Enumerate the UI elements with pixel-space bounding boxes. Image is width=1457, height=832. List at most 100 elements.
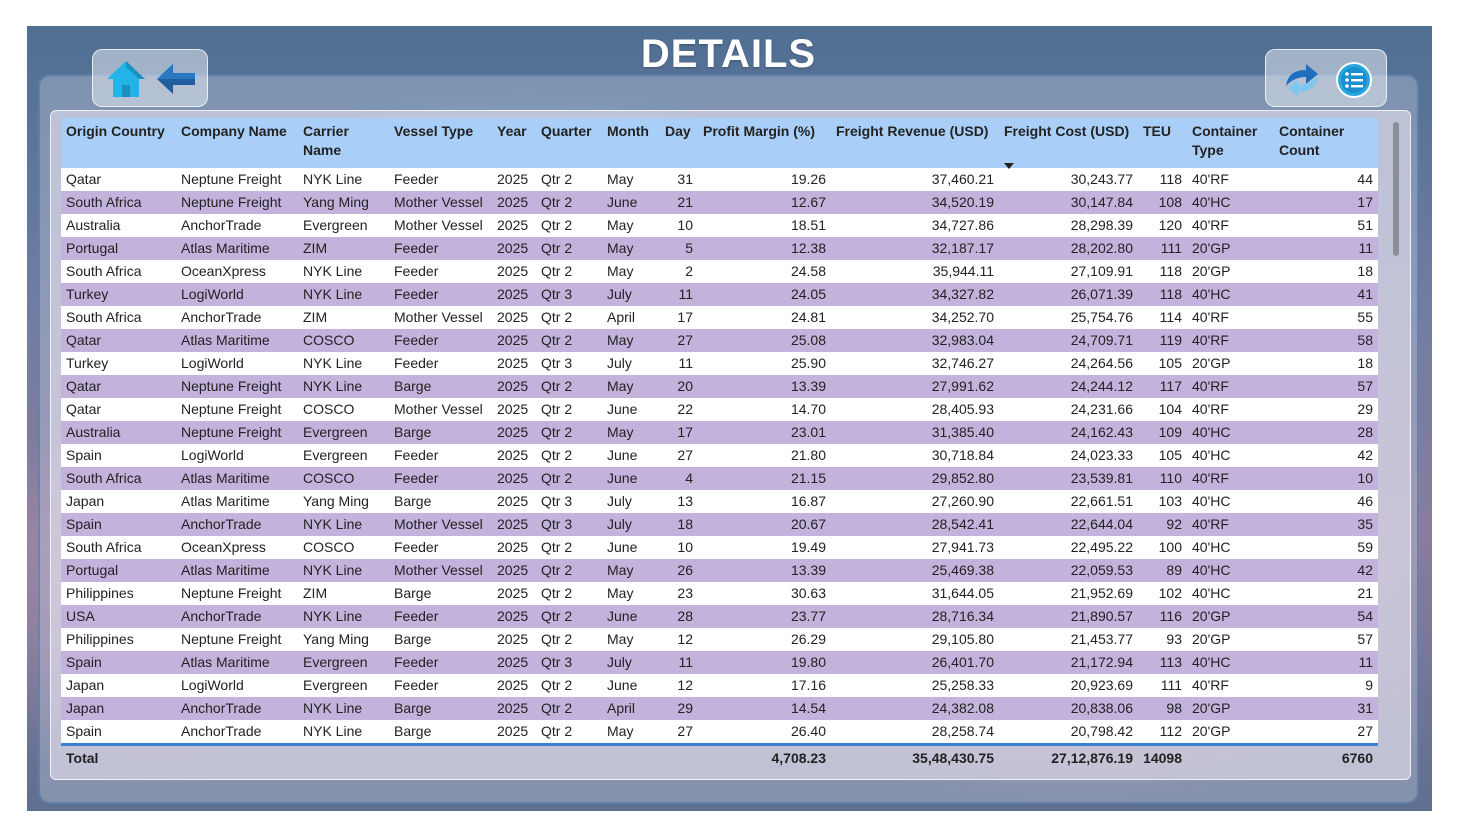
table-cell: Yang Ming — [298, 191, 389, 214]
column-header-origin-country[interactable]: Origin Country — [61, 118, 176, 168]
table-row[interactable]: USA AnchorTrade NYK Line Feeder 2025 Qtr 2 Jun… — [61, 605, 1378, 628]
table-row[interactable]: South Africa OceanXpress COSCO Feeder 2025 Qt… — [61, 536, 1378, 559]
table-cell: 104 — [1138, 398, 1187, 421]
table-cell: 31,644.05 — [831, 582, 999, 605]
column-header-carrier-name[interactable]: Carrier Name — [298, 118, 389, 168]
table-cell: 2025 — [492, 168, 536, 191]
column-header-container-count[interactable]: Container Count — [1274, 118, 1378, 168]
column-header-label: Year — [497, 123, 527, 139]
scrollbar-thumb[interactable] — [1393, 122, 1399, 256]
table-row[interactable]: Turkey LogiWorld NYK Line Feeder 2025 Qtr 3 Ju… — [61, 352, 1378, 375]
table-cell: Neptune Freight — [176, 168, 298, 191]
table-cell: 24,244.12 — [999, 375, 1138, 398]
table-row[interactable]: Turkey LogiWorld NYK Line Feeder 2025 Qtr 3 Ju… — [61, 283, 1378, 306]
column-header-label: Freight Cost (USD) — [1004, 123, 1130, 139]
table-cell: 46 — [1274, 490, 1378, 513]
table-cell: South Africa — [61, 306, 176, 329]
table-row[interactable]: Spain AnchorTrade NYK Line Barge 2025 Qtr 2 Ma… — [61, 720, 1378, 745]
table-cell: 2025 — [492, 536, 536, 559]
table-cell: June — [602, 605, 660, 628]
table-cell: June — [602, 467, 660, 490]
table-row[interactable]: South Africa Neptune Freight Yang Ming Moth… — [61, 191, 1378, 214]
table-row[interactable]: Japan AnchorTrade NYK Line Barge 2025 Qtr 2 Ap… — [61, 697, 1378, 720]
table-cell: Barge — [389, 697, 492, 720]
table-row[interactable]: Australia Neptune Freight Evergreen Barge 20… — [61, 421, 1378, 444]
table-cell: June — [602, 536, 660, 559]
column-header-label: Origin Country — [66, 123, 165, 139]
table-row[interactable]: Portugal Atlas Maritime NYK Line Mother Ves… — [61, 559, 1378, 582]
table-cell: 112 — [1138, 720, 1187, 745]
column-header-year[interactable]: Year — [492, 118, 536, 168]
column-header-container-type[interactable]: Container Type — [1187, 118, 1274, 168]
column-header-freight-revenue-usd[interactable]: Freight Revenue (USD) — [831, 118, 999, 168]
table-row[interactable]: South Africa AnchorTrade ZIM Mother Vessel 2… — [61, 306, 1378, 329]
table-cell: Qtr 3 — [536, 283, 602, 306]
table-cell: 2 — [660, 260, 698, 283]
table-row[interactable]: Qatar Neptune Freight NYK Line Feeder 2025 Qt… — [61, 168, 1378, 191]
table-cell: 34,252.70 — [831, 306, 999, 329]
column-header-freight-cost-usd[interactable]: Freight Cost (USD) — [999, 118, 1138, 169]
table-row[interactable]: Spain Atlas Maritime Evergreen Feeder 2025 Qt… — [61, 651, 1378, 674]
column-header-company-name[interactable]: Company Name — [176, 118, 298, 168]
total-row: Total 4,708.23 35,48,430.75 27,12,876.19… — [61, 743, 1378, 771]
table-row[interactable]: Qatar Neptune Freight NYK Line Barge 2025 Qtr… — [61, 375, 1378, 398]
table-cell: 109 — [1138, 421, 1187, 444]
home-icon[interactable] — [105, 59, 147, 104]
table-row[interactable]: Portugal Atlas Maritime ZIM Feeder 2025 Qtr 2… — [61, 237, 1378, 260]
table-row[interactable]: Japan Atlas Maritime Yang Ming Barge 2025 Qtr… — [61, 490, 1378, 513]
table-row[interactable]: Japan LogiWorld Evergreen Feeder 2025 Qtr 2 Ju… — [61, 674, 1378, 697]
table-cell: Portugal — [61, 237, 176, 260]
column-header-label: Company Name — [181, 123, 287, 139]
back-arrow-icon[interactable] — [155, 62, 197, 101]
navigation-group — [92, 49, 208, 107]
column-header-month[interactable]: Month — [602, 118, 660, 168]
table-cell: 21.15 — [698, 467, 831, 490]
table-cell: 2025 — [492, 444, 536, 467]
table-cell: Qtr 2 — [536, 628, 602, 651]
table-cell: 59 — [1274, 536, 1378, 559]
column-header-quarter[interactable]: Quarter — [536, 118, 602, 168]
table-cell: NYK Line — [298, 720, 389, 745]
table-row[interactable]: Spain AnchorTrade NYK Line Mother Vessel 202… — [61, 513, 1378, 536]
table-cell: Turkey — [61, 352, 176, 375]
table-cell: Mother Vessel — [389, 398, 492, 421]
column-header-teu[interactable]: TEU — [1138, 118, 1187, 168]
table-cell: 2025 — [492, 697, 536, 720]
column-header-vessel-type[interactable]: Vessel Type — [389, 118, 492, 168]
table-cell: 111 — [1138, 674, 1187, 697]
table-row[interactable]: Qatar Neptune Freight COSCO Mother Vessel 20… — [61, 398, 1378, 421]
column-header-day[interactable]: Day — [660, 118, 698, 168]
table-cell: 93 — [1138, 628, 1187, 651]
column-header-profit-margin[interactable]: Profit Margin (%) — [698, 118, 831, 168]
table-cell: Barge — [389, 720, 492, 745]
table-cell: 42 — [1274, 559, 1378, 582]
table-row[interactable]: Spain LogiWorld Evergreen Feeder 2025 Qtr 2 Ju… — [61, 444, 1378, 467]
list-menu-icon[interactable] — [1336, 62, 1372, 103]
table-cell: Australia — [61, 421, 176, 444]
table-cell: Evergreen — [298, 421, 389, 444]
table-cell: 20'GP — [1187, 720, 1274, 745]
table-cell: 2025 — [492, 329, 536, 352]
refresh-icon[interactable] — [1282, 62, 1322, 103]
table-cell: June — [602, 398, 660, 421]
details-table: Origin Country Company Name Carrier Name Ve… — [61, 118, 1378, 771]
table-cell: 29,852.80 — [831, 467, 999, 490]
table-cell: 26,401.70 — [831, 651, 999, 674]
table-cell: 35,944.11 — [831, 260, 999, 283]
table-cell: 22,059.53 — [999, 559, 1138, 582]
table-row[interactable]: Qatar Atlas Maritime COSCO Feeder 2025 Qtr 2M… — [61, 329, 1378, 352]
table-cell: Neptune Freight — [176, 191, 298, 214]
table-cell: NYK Line — [298, 352, 389, 375]
table-cell: 26.40 — [698, 720, 831, 745]
table-cell: USA — [61, 605, 176, 628]
table-row[interactable]: Australia AnchorTrade Evergreen Mother Vess… — [61, 214, 1378, 237]
table-row[interactable]: South Africa Atlas Maritime COSCO Feeder 202… — [61, 467, 1378, 490]
table-row[interactable]: South Africa OceanXpress NYK Line Feeder 202… — [61, 260, 1378, 283]
table-cell: Spain — [61, 651, 176, 674]
table-row[interactable]: Philippines Neptune Freight Yang Ming Barge… — [61, 628, 1378, 651]
table-cell: 32,983.04 — [831, 329, 999, 352]
table-cell: 25.08 — [698, 329, 831, 352]
table-cell: 57 — [1274, 628, 1378, 651]
table-row[interactable]: Philippines Neptune Freight ZIM Barge 2025 Qt… — [61, 582, 1378, 605]
vertical-scrollbar[interactable] — [1390, 118, 1402, 746]
